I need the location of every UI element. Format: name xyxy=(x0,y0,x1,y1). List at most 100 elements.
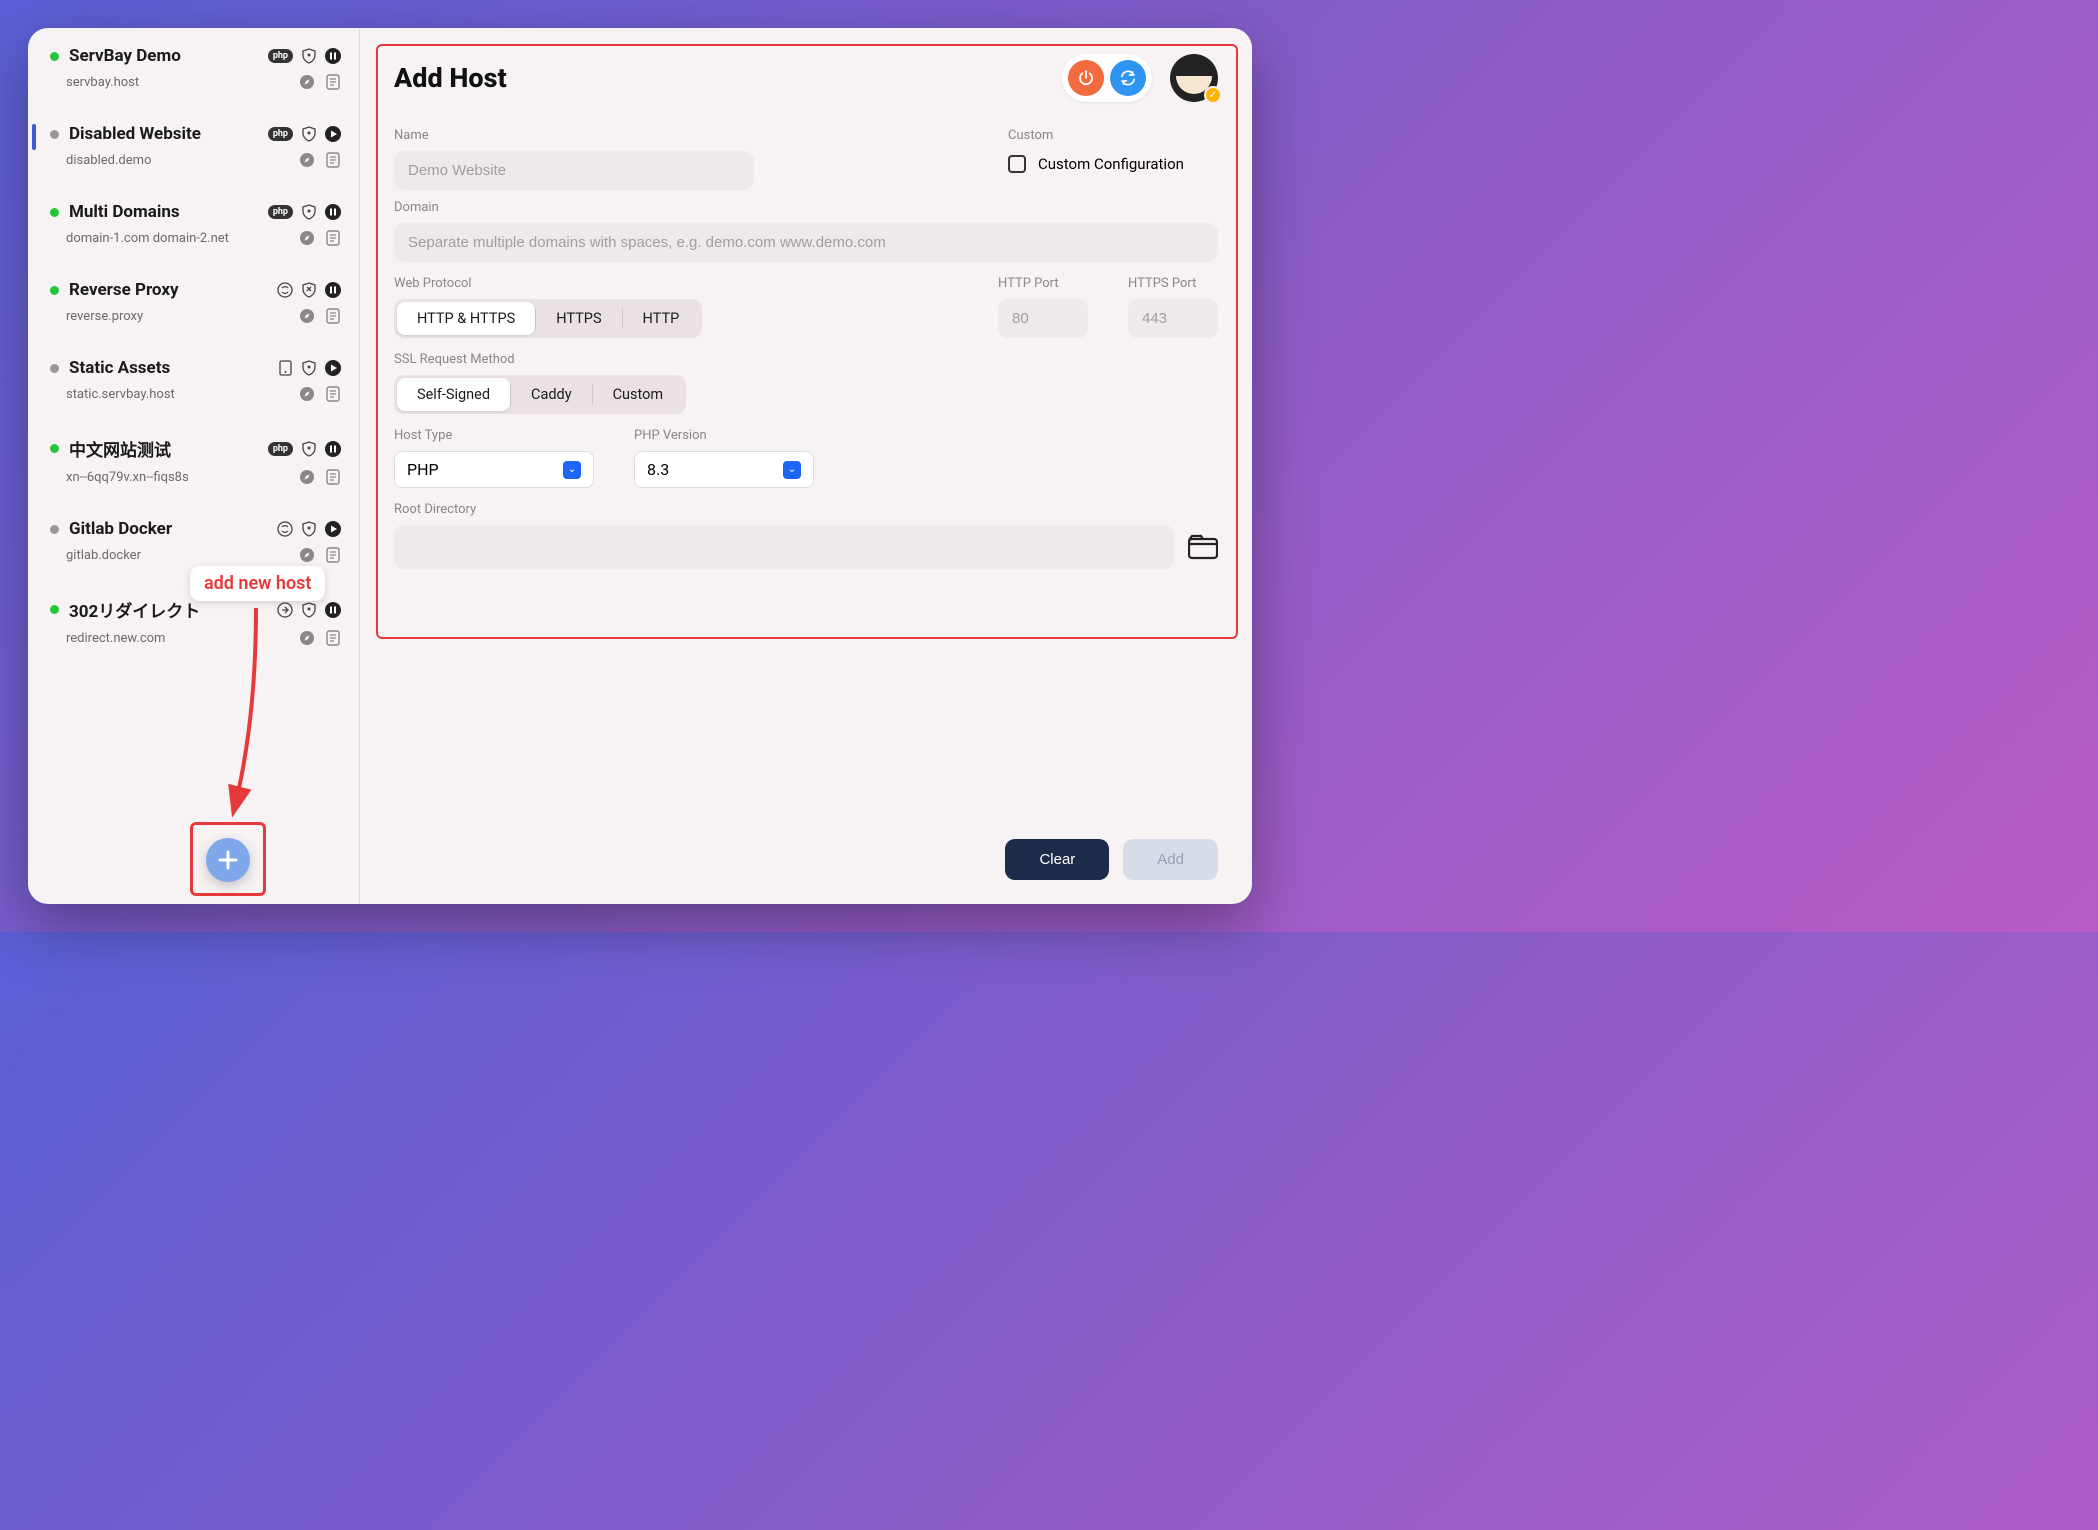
host-domain: domain-1.com domain-2.net xyxy=(66,231,289,246)
domain-input[interactable] xyxy=(394,223,1218,262)
pause-icon[interactable] xyxy=(325,282,341,298)
domain-label: Domain xyxy=(394,200,1218,215)
sync-icon xyxy=(1119,69,1137,87)
sync-button[interactable] xyxy=(1110,60,1146,96)
power-button[interactable] xyxy=(1068,60,1104,96)
avatar[interactable]: ✓ xyxy=(1170,54,1218,102)
sidebar-host-item[interactable]: Reverse Proxy reverse.proxy xyxy=(28,280,359,324)
host-domain: disabled.demo xyxy=(66,153,289,168)
host-type-label: Host Type xyxy=(394,428,594,443)
shield-icon xyxy=(301,204,317,220)
custom-label: Custom xyxy=(1008,128,1218,143)
add-button[interactable]: Add xyxy=(1123,839,1218,880)
sidebar-host-item[interactable]: 中文网站测试phpxn--6qq79v.xn--fiqs8s xyxy=(28,436,359,485)
host-domain: xn--6qq79v.xn--fiqs8s xyxy=(66,470,289,485)
note-icon[interactable] xyxy=(325,152,341,168)
type-icon xyxy=(277,602,293,618)
php-version-label: PHP Version xyxy=(634,428,814,443)
compass-icon[interactable] xyxy=(299,469,315,485)
ssl-label: SSL Request Method xyxy=(394,352,1218,367)
segment-option[interactable]: Caddy xyxy=(511,378,592,411)
pause-icon[interactable] xyxy=(325,48,341,64)
compass-icon[interactable] xyxy=(299,308,315,324)
name-label: Name xyxy=(394,128,754,143)
root-dir-label: Root Directory xyxy=(394,502,1218,517)
type-icon xyxy=(277,521,293,537)
chevron-down-icon: ⌄ xyxy=(563,461,581,479)
sidebar-host-item[interactable]: Multi Domains php domain-1.com domain-2.ne… xyxy=(28,202,359,246)
custom-config-checkbox[interactable] xyxy=(1008,155,1026,173)
sidebar-host-item[interactable]: Gitlab Dockergitlab.docker xyxy=(28,519,359,563)
status-dot xyxy=(50,52,59,61)
host-domain: static.servbay.host xyxy=(66,387,289,402)
play-icon[interactable] xyxy=(325,521,341,537)
segment-option[interactable]: HTTP xyxy=(623,302,700,335)
status-dot xyxy=(50,364,59,373)
host-type-select[interactable]: PHP ⌄ xyxy=(394,451,594,488)
pause-icon[interactable] xyxy=(325,441,341,457)
custom-config-label: Custom Configuration xyxy=(1038,155,1184,173)
shield-icon xyxy=(301,126,317,142)
http-port-input[interactable] xyxy=(998,299,1088,338)
http-port-label: HTTP Port xyxy=(998,276,1088,291)
note-icon[interactable] xyxy=(325,308,341,324)
pause-icon[interactable] xyxy=(325,204,341,220)
segment-option[interactable]: HTTP & HTTPS xyxy=(397,302,535,335)
play-icon[interactable] xyxy=(325,126,341,142)
pause-icon[interactable] xyxy=(325,602,341,618)
segment-option[interactable]: HTTPS xyxy=(536,302,621,335)
sidebar-host-item[interactable]: Static Assetsstatic.servbay.host xyxy=(28,358,359,402)
compass-icon[interactable] xyxy=(299,386,315,402)
name-input[interactable] xyxy=(394,151,754,190)
host-domain: reverse.proxy xyxy=(66,309,289,324)
host-domain: redirect.new.com xyxy=(66,631,289,646)
shield-icon xyxy=(301,282,317,298)
clear-button[interactable]: Clear xyxy=(1005,839,1109,880)
note-icon[interactable] xyxy=(325,230,341,246)
ssl-segment[interactable]: Self-SignedCaddyCustom xyxy=(394,375,686,414)
php-version-select[interactable]: 8.3 ⌄ xyxy=(634,451,814,488)
note-icon[interactable] xyxy=(325,547,341,563)
protocol-segment[interactable]: HTTP & HTTPSHTTPSHTTP xyxy=(394,299,702,338)
shield-icon xyxy=(301,360,317,376)
chevron-down-icon: ⌄ xyxy=(783,461,801,479)
status-dot xyxy=(50,286,59,295)
note-icon[interactable] xyxy=(325,630,341,646)
main-panel: Add Host ✓ Name xyxy=(360,28,1252,904)
verified-badge-icon: ✓ xyxy=(1204,86,1222,104)
php-badge: php xyxy=(268,205,293,219)
add-host-callout: add new host xyxy=(190,566,325,601)
compass-icon[interactable] xyxy=(299,630,315,646)
shield-icon xyxy=(301,602,317,618)
status-dot xyxy=(50,605,59,614)
status-dot xyxy=(50,525,59,534)
sidebar-host-item[interactable]: Disabled Websitephpdisabled.demo xyxy=(28,124,359,168)
sidebar-host-item[interactable]: 302リダイレクトredirect.new.com xyxy=(28,597,359,646)
host-domain: gitlab.docker xyxy=(66,548,289,563)
https-port-input[interactable] xyxy=(1128,299,1218,338)
compass-icon[interactable] xyxy=(299,74,315,90)
root-dir-input[interactable] xyxy=(394,525,1174,569)
compass-icon[interactable] xyxy=(299,230,315,246)
segment-option[interactable]: Custom xyxy=(593,378,684,411)
protocol-label: Web Protocol xyxy=(394,276,702,291)
note-icon[interactable] xyxy=(325,74,341,90)
sidebar-host-item[interactable]: ServBay Demophpservbay.host xyxy=(28,46,359,90)
folder-icon[interactable] xyxy=(1188,534,1218,560)
type-icon xyxy=(277,282,293,298)
host-name: Reverse Proxy xyxy=(69,280,267,300)
shield-icon xyxy=(301,441,317,457)
host-name: ServBay Demo xyxy=(69,46,258,66)
host-name: Multi Domains xyxy=(69,202,258,222)
php-badge: php xyxy=(268,49,293,63)
compass-icon[interactable] xyxy=(299,547,315,563)
play-icon[interactable] xyxy=(325,360,341,376)
segment-option[interactable]: Self-Signed xyxy=(397,378,510,411)
note-icon[interactable] xyxy=(325,386,341,402)
add-host-button[interactable] xyxy=(206,838,250,882)
compass-icon[interactable] xyxy=(299,152,315,168)
note-icon[interactable] xyxy=(325,469,341,485)
host-name: 中文网站测试 xyxy=(69,436,258,461)
type-icon xyxy=(277,360,293,376)
shield-icon xyxy=(301,48,317,64)
